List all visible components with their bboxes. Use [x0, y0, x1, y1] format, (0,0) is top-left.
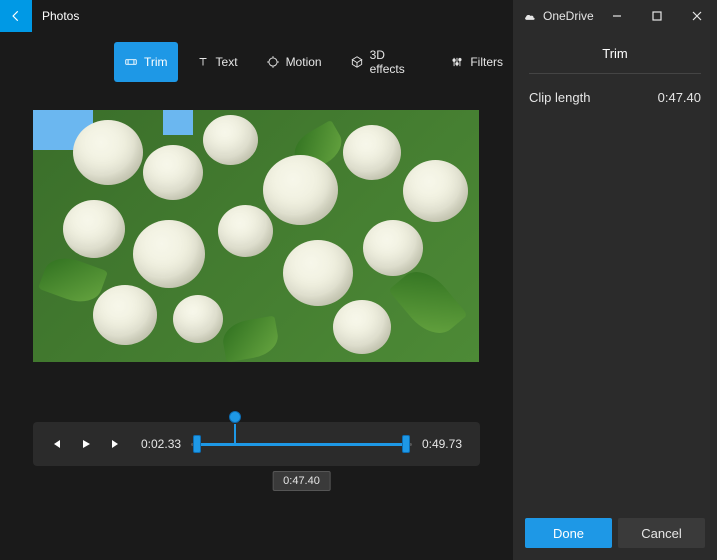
video-preview[interactable]	[33, 110, 479, 362]
tool-label: 3D effects	[370, 48, 423, 76]
app-title: Photos	[32, 9, 79, 23]
next-frame-button[interactable]	[101, 429, 131, 459]
done-button[interactable]: Done	[525, 518, 612, 548]
onedrive-label: OneDrive	[543, 9, 594, 23]
cloud-icon	[523, 12, 537, 21]
duration-tooltip: 0:47.40	[272, 471, 331, 491]
tool-label: Filters	[470, 55, 503, 69]
playback-controls: 0:02.33 0:47.40 0:49.73	[33, 422, 480, 466]
trim-handle-start[interactable]	[193, 435, 201, 453]
window-controls: OneDrive	[513, 0, 717, 32]
trim-handle-end[interactable]	[402, 435, 410, 453]
clip-length-value: 0:47.40	[658, 90, 701, 105]
text-icon	[196, 55, 210, 69]
trim-icon	[124, 55, 138, 69]
back-button[interactable]	[0, 0, 32, 32]
cancel-button[interactable]: Cancel	[618, 518, 705, 548]
tool-filters[interactable]: Filters	[440, 42, 513, 82]
timeline-selection	[196, 443, 407, 446]
clip-length-label: Clip length	[529, 90, 590, 105]
motion-icon	[266, 55, 280, 69]
start-time: 0:02.33	[131, 437, 191, 451]
onedrive-status[interactable]: OneDrive	[513, 9, 597, 23]
tool-label: Trim	[144, 55, 168, 69]
arrow-left-icon	[9, 9, 23, 23]
end-time: 0:49.73	[412, 437, 472, 451]
filters-icon	[450, 55, 464, 69]
side-panel: OneDrive Trim Clip length 0:47.40 Done C…	[513, 0, 717, 560]
tool-text[interactable]: Text	[186, 42, 248, 82]
playhead[interactable]	[229, 411, 241, 423]
titlebar: Photos	[0, 0, 513, 32]
tool-3d-effects[interactable]: 3D effects	[340, 42, 433, 82]
close-button[interactable]	[677, 0, 717, 32]
play-button[interactable]	[71, 429, 101, 459]
tool-motion[interactable]: Motion	[256, 42, 332, 82]
cube-icon	[350, 55, 364, 69]
edit-toolbar: Trim Text Motion 3D effects Filters	[0, 32, 513, 92]
tool-label: Motion	[286, 55, 322, 69]
tool-label: Text	[216, 55, 238, 69]
panel-title: Trim	[513, 32, 717, 73]
tool-trim[interactable]: Trim	[114, 42, 178, 82]
minimize-button[interactable]	[597, 0, 637, 32]
maximize-button[interactable]	[637, 0, 677, 32]
prev-frame-button[interactable]	[41, 429, 71, 459]
trim-timeline[interactable]: 0:47.40	[191, 429, 412, 459]
